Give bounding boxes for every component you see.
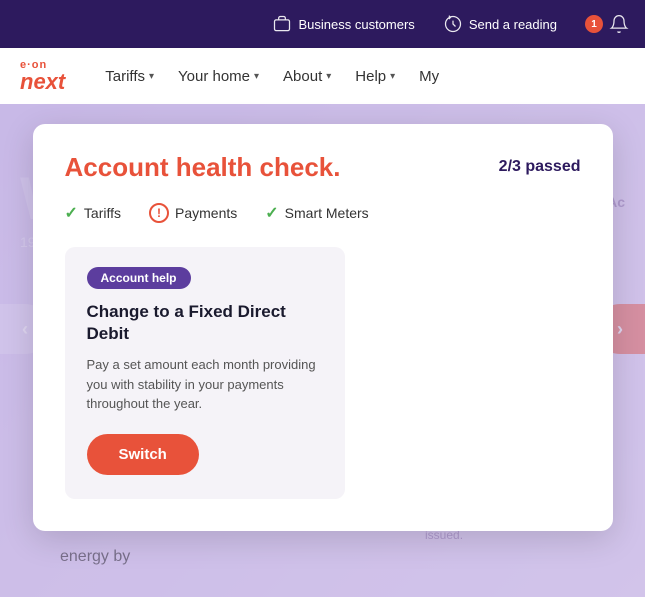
notification-badge: 1: [585, 15, 603, 33]
business-customers-link[interactable]: Business customers: [272, 14, 414, 34]
payments-warn-icon: !: [149, 203, 169, 223]
switch-button[interactable]: Switch: [87, 434, 199, 475]
check-payments: ! Payments: [149, 203, 237, 223]
top-bar: Business customers Send a reading 1: [0, 0, 645, 48]
nav-about[interactable]: About ▾: [283, 68, 331, 85]
account-health-modal: Account health check. 2/3 passed ✓ Tarif…: [33, 124, 613, 531]
payments-label: Payments: [175, 205, 237, 221]
smart-meters-label: Smart Meters: [285, 205, 369, 221]
check-smart-meters: ✓ Smart Meters: [265, 203, 368, 223]
check-items: ✓ Tariffs ! Payments ✓ Smart Meters: [65, 203, 581, 223]
modal-header: Account health check. 2/3 passed: [65, 152, 581, 183]
modal-title: Account health check.: [65, 152, 341, 183]
business-label: Business customers: [298, 17, 414, 32]
nav-tariffs[interactable]: Tariffs ▾: [105, 68, 154, 85]
help-tag: Account help: [87, 267, 191, 289]
nav-help[interactable]: Help ▾: [355, 68, 395, 85]
tariff-label: Tariffs: [84, 205, 121, 221]
nav-items: Tariffs ▾ Your home ▾ About ▾ Help ▾ My: [105, 68, 625, 85]
modal-overlay: Account health check. 2/3 passed ✓ Tarif…: [0, 104, 645, 597]
tariffs-chevron-icon: ▾: [149, 71, 154, 82]
nav-my[interactable]: My: [419, 68, 439, 85]
your-home-chevron-icon: ▾: [254, 71, 259, 82]
help-description: Pay a set amount each month providing yo…: [87, 355, 323, 414]
logo-next: next: [20, 71, 65, 93]
reading-label: Send a reading: [469, 17, 557, 32]
tariff-pass-icon: ✓: [65, 203, 78, 223]
nav-your-home[interactable]: Your home ▾: [178, 68, 259, 85]
check-tariffs: ✓ Tariffs: [65, 203, 122, 223]
help-card: Account help Change to a Fixed Direct De…: [65, 247, 345, 499]
passed-badge: 2/3 passed: [499, 152, 581, 176]
notifications[interactable]: 1: [585, 14, 629, 34]
send-reading-link[interactable]: Send a reading: [443, 14, 557, 34]
help-title: Change to a Fixed Direct Debit: [87, 301, 323, 345]
logo[interactable]: e·on next: [20, 60, 65, 93]
nav-bar: e·on next Tariffs ▾ Your home ▾ About ▾ …: [0, 48, 645, 104]
help-chevron-icon: ▾: [390, 71, 395, 82]
about-chevron-icon: ▾: [326, 71, 331, 82]
smart-meters-pass-icon: ✓: [265, 203, 278, 223]
